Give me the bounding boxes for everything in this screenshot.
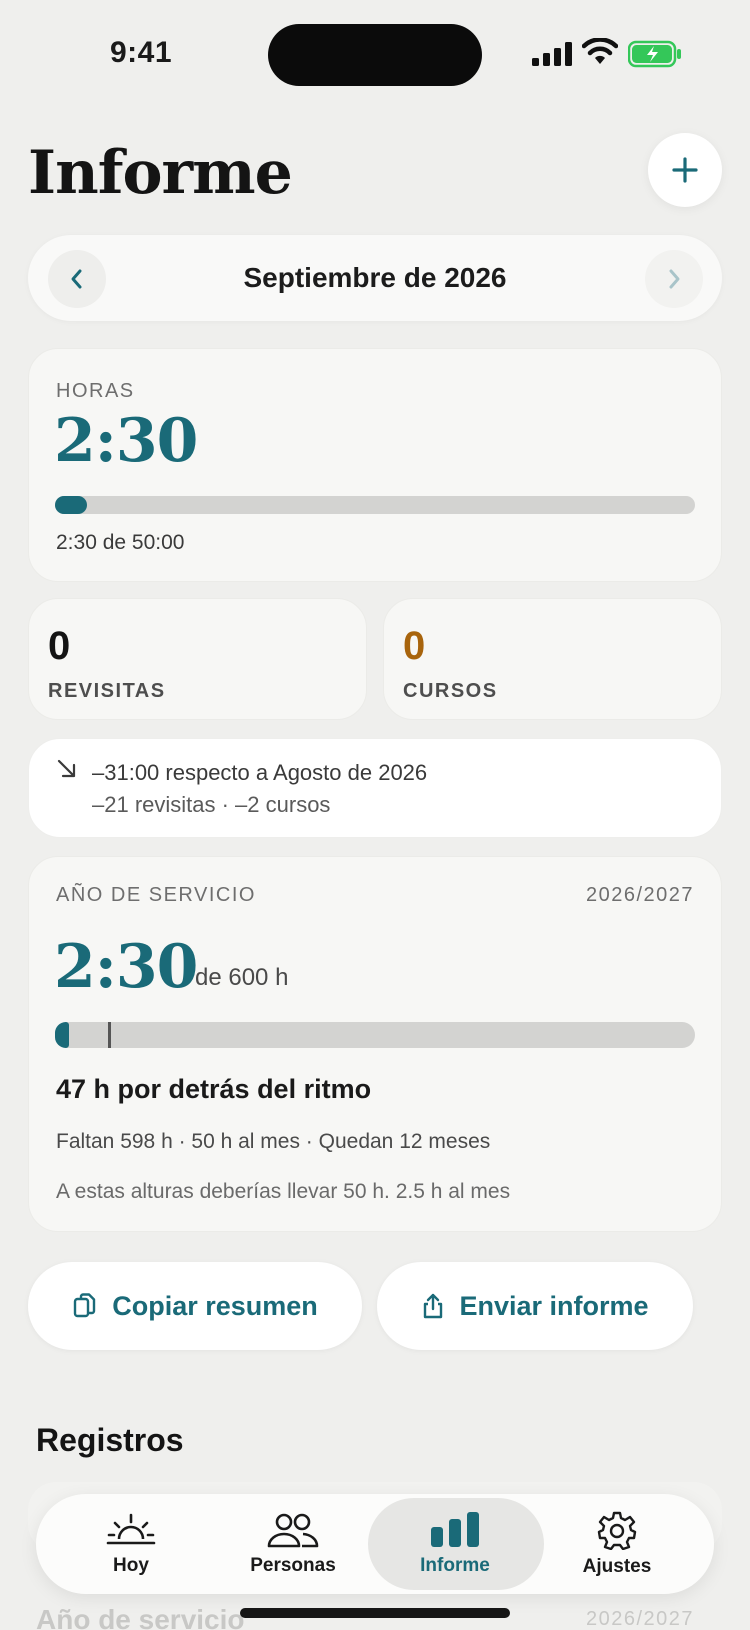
tab-ajustes-label: Ajustes	[582, 1556, 652, 1577]
copy-icon	[74, 1293, 96, 1318]
bar-chart-icon	[431, 1512, 479, 1547]
hours-value: 2:30	[54, 406, 198, 476]
tab-informe-label: Informe	[420, 1555, 490, 1576]
tab-ajustes[interactable]: Ajustes	[532, 1494, 702, 1594]
tab-personas-label: Personas	[250, 1555, 336, 1576]
service-year-note: A estas alturas deberías llevar 50 h. 2.…	[56, 1180, 511, 1203]
gear-icon	[597, 1511, 637, 1550]
service-year-detail: Faltan 598 h · 50 h al mes · Quedan 12 m…	[56, 1130, 491, 1153]
service-year-value: 2:30	[54, 932, 198, 1002]
tab-hoy-label: Hoy	[113, 1555, 149, 1576]
pace-marker	[108, 1022, 111, 1048]
service-year-target: de 600 h	[195, 964, 289, 991]
service-year-progress-track	[55, 1022, 695, 1048]
share-icon	[424, 1293, 443, 1319]
people-icon	[267, 1513, 319, 1548]
add-button[interactable]	[648, 133, 722, 207]
copy-summary-button[interactable]: Copiar resumen	[28, 1262, 362, 1350]
tab-personas[interactable]: Personas	[208, 1494, 378, 1594]
revisits-label: REVISITAS	[48, 680, 166, 702]
comparison-counts: –21 revisitas · –2 cursos	[92, 792, 331, 817]
page-title: Informe	[28, 138, 293, 208]
hours-label: HORAS	[56, 380, 135, 402]
chevron-right-icon	[669, 269, 680, 289]
hours-progress-fill	[55, 496, 87, 514]
service-year-range: 2026/2027	[585, 884, 694, 906]
comparison-hours: –31:00 respecto a Agosto de 2026	[92, 760, 428, 785]
service-year-section-range: 2026/2027	[585, 1608, 694, 1630]
wifi-icon	[582, 38, 618, 64]
revisits-count: 0	[48, 624, 71, 668]
service-year-label: AÑO DE SERVICIO	[56, 884, 256, 906]
trend-down-arrow-icon	[57, 759, 76, 778]
service-year-section-title: Año de servicio	[36, 1604, 245, 1630]
tab-informe[interactable]: Informe	[370, 1494, 540, 1594]
comparison-card	[28, 738, 722, 838]
service-year-progress-fill	[55, 1022, 69, 1048]
dynamic-island	[268, 24, 482, 86]
home-indicator	[240, 1608, 510, 1618]
status-time: 9:41	[110, 36, 173, 69]
plus-icon	[672, 157, 698, 183]
copy-summary-label: Copiar resumen	[112, 1290, 318, 1321]
send-report-button[interactable]: Enviar informe	[377, 1262, 693, 1350]
hours-progress-track	[55, 496, 695, 514]
hours-caption: 2:30 de 50:00	[56, 531, 185, 554]
next-month-button[interactable]	[645, 250, 703, 308]
courses-label: CURSOS	[403, 680, 498, 702]
battery-charging-icon	[628, 40, 681, 68]
month-label: Septiembre de 2026	[243, 262, 507, 293]
courses-count: 0	[403, 624, 426, 668]
records-title: Registros	[36, 1422, 184, 1458]
send-report-label: Enviar informe	[459, 1290, 649, 1321]
pace-status: 47 h por detrás del ritmo	[56, 1074, 372, 1104]
cellular-signal-icon	[532, 42, 572, 66]
sunrise-icon	[106, 1513, 156, 1545]
tab-hoy[interactable]: Hoy	[46, 1494, 216, 1594]
